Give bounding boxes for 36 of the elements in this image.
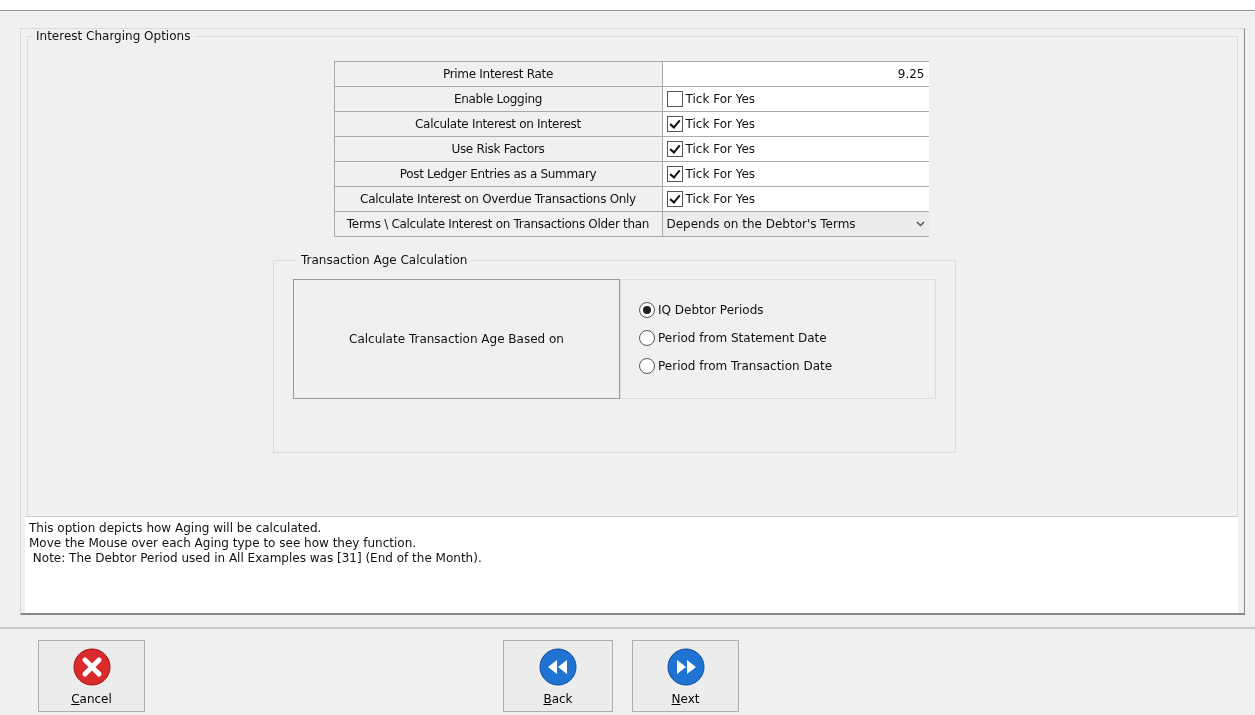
group-title: Transaction Age Calculation: [300, 253, 469, 267]
checkbox[interactable]: [666, 116, 683, 132]
setting-label: Calculate Interest on Overdue Transactions Only: [334, 187, 662, 211]
setting-label: Terms \ Calculate Interest on Transactions Older than: [334, 212, 662, 236]
rewind-icon: [539, 648, 577, 686]
setting-label: Prime Interest Rate: [334, 62, 662, 86]
checkbox[interactable]: [666, 166, 683, 182]
setting-label: Use Risk Factors: [334, 137, 662, 161]
checkbox[interactable]: [666, 191, 683, 207]
checkbox[interactable]: [666, 91, 683, 107]
group-title: Interest Charging Options: [35, 29, 192, 43]
age-basis-label: Calculate Transaction Age Based on: [293, 279, 620, 399]
radio-label[interactable]: Period from Statement Date: [658, 331, 827, 345]
rate-field[interactable]: 9.25: [662, 62, 929, 86]
checkbox-label[interactable]: Tick For Yes: [685, 117, 756, 131]
radio-label[interactable]: IQ Debtor Periods: [658, 303, 764, 317]
back-button[interactable]: Back: [503, 640, 613, 712]
checkbox-label[interactable]: Tick For Yes: [685, 192, 756, 206]
checkbox-label[interactable]: Tick For Yes: [685, 142, 756, 156]
setting-label: Calculate Interest on Interest: [334, 112, 662, 136]
setting-label: Enable Logging: [334, 87, 662, 111]
radio-button[interactable]: [639, 358, 655, 374]
chevron-icon: [915, 221, 925, 227]
terms-dropdown[interactable]: Depends on the Debtor's Terms: [662, 212, 929, 236]
close-icon: [72, 648, 111, 686]
description-text: This option depicts how Aging will be calculated. Move the Mouse over each Aging type to see how they function. Note: The Debtor Period used in All Examples was [31] (End of the Month).: [25, 516, 1238, 613]
checkbox-label[interactable]: Tick For Yes: [685, 167, 756, 181]
setting-label: Post Ledger Entries as a Summary: [334, 162, 662, 186]
cancel-button[interactable]: Cancel: [38, 640, 145, 712]
next-button[interactable]: Next: [632, 640, 739, 712]
checkbox[interactable]: [666, 141, 683, 157]
radio-button[interactable]: [639, 330, 655, 346]
radio-button[interactable]: [639, 302, 655, 318]
checkbox-label[interactable]: Tick For Yes: [685, 92, 756, 106]
fast-forward-icon: [666, 648, 705, 686]
radio-label[interactable]: Period from Transaction Date: [658, 359, 833, 373]
